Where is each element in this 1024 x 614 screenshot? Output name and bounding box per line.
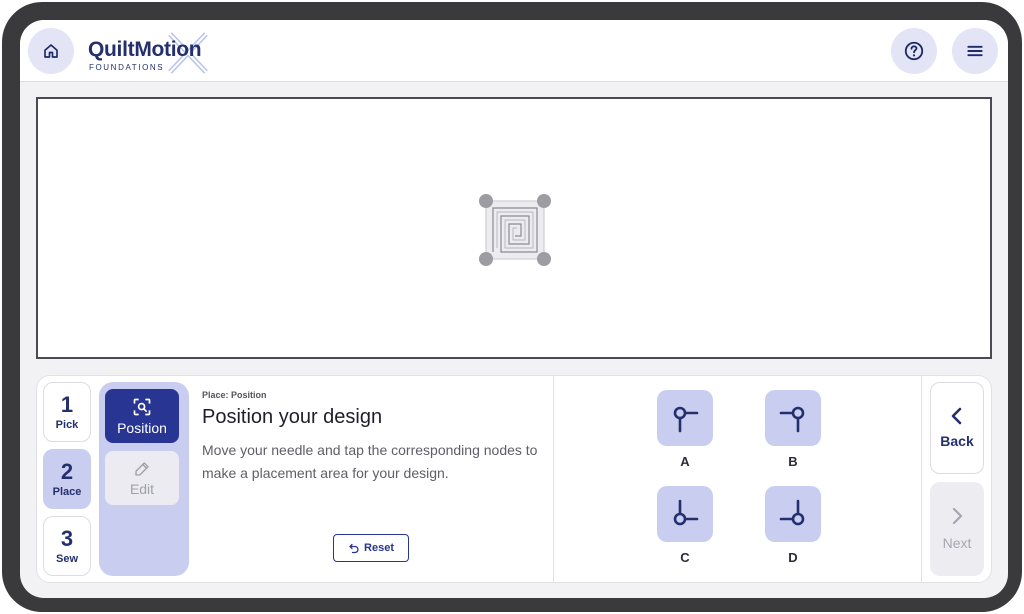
help-button[interactable] <box>891 28 937 74</box>
reset-label: Reset <box>364 542 394 554</box>
node-d-button[interactable] <box>765 486 821 542</box>
device-frame: QuiltMotion FOUNDATIONS 1 Pick 2 Place 3… <box>2 2 1022 612</box>
quiltmotion-logo: QuiltMotion FOUNDATIONS <box>86 30 216 74</box>
menu-icon <box>967 45 983 57</box>
node-a-button[interactable] <box>657 390 713 446</box>
node-b-label: B <box>788 454 798 469</box>
step-pick-button[interactable]: 1 Pick <box>43 382 91 442</box>
next-button[interactable]: Next <box>930 482 984 576</box>
position-button[interactable]: Position <box>105 389 179 443</box>
back-button[interactable]: Back <box>930 382 984 474</box>
app-header: QuiltMotion FOUNDATIONS <box>20 20 1008 82</box>
edit-button[interactable]: Edit <box>105 451 179 505</box>
node-c-button[interactable] <box>657 486 713 542</box>
step-label: Sew <box>55 553 78 565</box>
node-c-label: C <box>680 550 690 565</box>
substep-column: Position Edit <box>99 382 189 576</box>
reset-button[interactable]: Reset <box>333 534 409 562</box>
step-sew-button[interactable]: 3 Sew <box>43 516 91 576</box>
handle-top-left <box>479 194 493 208</box>
step-number: 3 <box>60 526 74 551</box>
handle-bottom-left <box>479 252 493 266</box>
edit-label: Edit <box>129 480 155 497</box>
device-background: QuiltMotion FOUNDATIONS 1 Pick 2 Place 3… <box>0 0 1024 614</box>
chevron-right-icon <box>952 507 963 525</box>
back-label: Back <box>940 433 974 449</box>
node-selector: A B C D <box>571 376 921 582</box>
menu-button[interactable] <box>952 28 998 74</box>
handle-top-right <box>537 194 551 208</box>
handle-bottom-right <box>537 252 551 266</box>
step-place-button[interactable]: 2 Place <box>43 449 91 509</box>
step-label: Pick <box>55 419 79 431</box>
home-button[interactable] <box>28 28 74 74</box>
step-label: Place <box>52 486 82 498</box>
step-number: 2 <box>60 459 74 484</box>
step-number: 1 <box>60 392 74 417</box>
pencil-icon <box>135 461 149 476</box>
position-label: Position <box>117 419 167 436</box>
corner-bottom-left-icon <box>673 499 699 526</box>
node-d-label: D <box>788 550 798 565</box>
quilt-design-preview[interactable] <box>479 194 551 266</box>
undo-icon <box>349 543 359 554</box>
chevron-left-icon <box>951 407 962 425</box>
node-b-button[interactable] <box>765 390 821 446</box>
instructions-area: Place: Position Position your design Mov… <box>202 390 552 485</box>
corner-bottom-right-icon <box>779 499 805 526</box>
panel-divider <box>921 376 922 582</box>
instruction-title: Position your design <box>202 406 383 428</box>
corner-top-right-icon <box>779 406 805 433</box>
step-eyebrow: Place: Position <box>202 390 267 400</box>
home-icon <box>44 44 58 58</box>
logo-wordmark: QuiltMotion <box>88 38 202 61</box>
control-panel: 1 Pick 2 Place 3 Sew Position Edit Place… <box>36 375 992 583</box>
focus-icon <box>133 398 151 415</box>
logo-subtitle: FOUNDATIONS <box>89 63 165 72</box>
design-canvas[interactable] <box>36 97 992 359</box>
instruction-description: Move your needle and tap the correspondi… <box>202 442 538 481</box>
corner-top-left-icon <box>673 406 699 433</box>
node-a-label: A <box>680 454 690 469</box>
help-icon <box>904 41 924 61</box>
next-label: Next <box>942 535 972 551</box>
app-screen: QuiltMotion FOUNDATIONS 1 Pick 2 Place 3… <box>20 20 1008 598</box>
panel-divider <box>553 376 554 582</box>
